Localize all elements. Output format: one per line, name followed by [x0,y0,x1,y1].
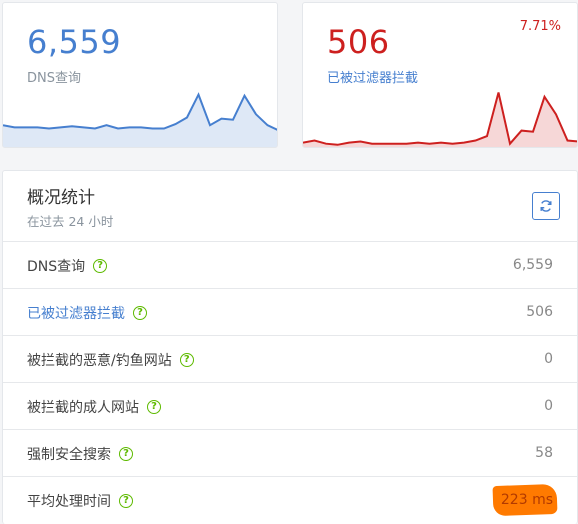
stat-label-safe-search: 强制安全搜索 [27,447,111,463]
stat-value-safe-search: 58 [535,445,553,461]
stat-label-blocked-malware: 被拦截的恶意/钓鱼网站 [27,353,172,369]
stat-label-dns-queries: DNS查询 [27,259,86,275]
stat-row-dns-queries: DNS查询 ? 6,559 [3,242,577,289]
help-icon[interactable]: ? [119,494,133,508]
stat-label-avg-processing-time: 平均处理时间 [27,494,111,510]
help-icon[interactable]: ? [119,447,133,461]
refresh-button[interactable] [532,192,560,220]
stat-label-blocked-filters[interactable]: 已被过滤器拦截 [27,303,125,323]
stat-row-avg-processing-time: 平均处理时间 ? 223 ms [3,477,577,524]
stat-row-blocked-filters: 已被过滤器拦截 ? 506 [3,289,577,336]
help-icon[interactable]: ? [147,400,161,414]
stat-row-blocked-malware: 被拦截的恶意/钓鱼网站 ? 0 [3,336,577,383]
stat-row-safe-search: 强制安全搜索 ? 58 [3,430,577,477]
help-icon[interactable]: ? [179,353,194,367]
dns-queries-label: DNS查询 [27,71,81,86]
blocked-sparkline [303,92,577,147]
stats-subtitle: 在过去 24 小时 [27,214,114,229]
stat-value-avg-processing-time: 223 ms [500,492,553,508]
refresh-icon [540,200,552,212]
dns-queries-card: 6,559 DNS查询 [2,2,278,148]
sparkline-area [3,94,277,147]
stat-value-blocked-adult: 0 [544,398,553,414]
blocked-percent: 7.71% [519,19,561,34]
stat-value-blocked-filters: 506 [526,304,553,320]
blocked-count: 506 [327,23,390,61]
dns-queries-count: 6,559 [27,23,122,61]
stat-value-blocked-malware: 0 [544,351,553,367]
stats-header: 概况统计 在过去 24 小时 [3,171,577,242]
stat-value-dns-queries: 6,559 [512,257,553,273]
stats-title: 概况统计 [27,188,95,208]
general-stats-card: 概况统计 在过去 24 小时 DNS查询 ? 6,559 已被过滤器拦截 ? 5… [2,170,578,524]
stat-row-blocked-adult: 被拦截的成人网站 ? 0 [3,383,577,430]
blocked-label[interactable]: 已被过滤器拦截 [327,67,418,86]
help-icon[interactable]: ? [93,259,108,273]
dns-queries-sparkline [3,92,277,147]
help-icon[interactable]: ? [133,306,147,320]
stat-label-blocked-adult: 被拦截的成人网站 [27,400,139,416]
blocked-by-filters-card: 7.71% 506 已被过滤器拦截 [302,2,578,148]
